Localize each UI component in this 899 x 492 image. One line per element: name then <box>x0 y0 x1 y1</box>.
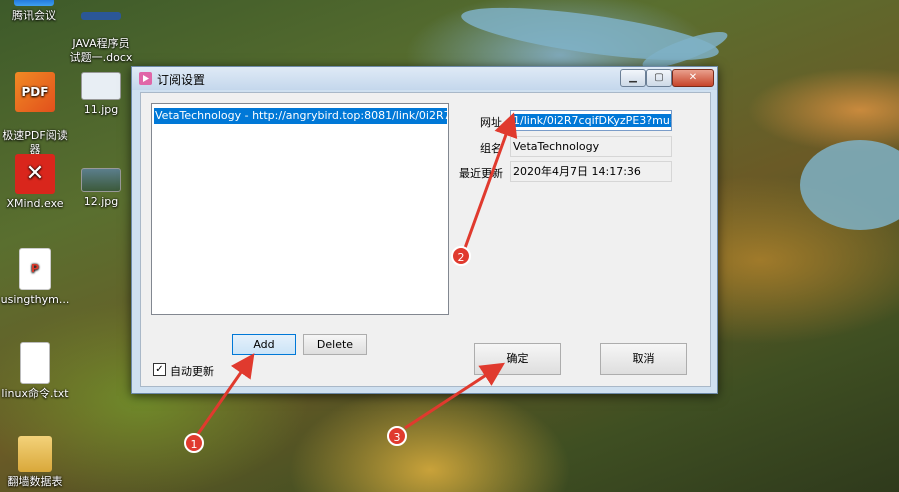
annotation-arrow-3 <box>404 362 506 430</box>
annotation-marker-3: 3 <box>387 426 407 446</box>
annotation-arrow-1 <box>196 353 255 435</box>
annotation-overlay <box>196 112 518 435</box>
annotation-marker-2: 2 <box>451 246 471 266</box>
annotation-marker-1: 1 <box>184 433 204 453</box>
annotation-arrow-2 <box>463 112 518 249</box>
